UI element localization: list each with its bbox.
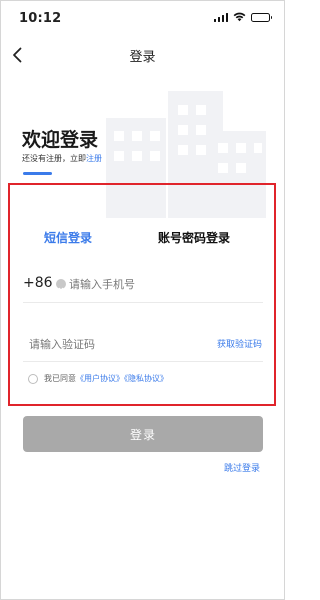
tab-sms-login[interactable]: 短信登录	[44, 229, 92, 246]
get-code-button[interactable]: 获取验证码	[217, 337, 262, 350]
login-button[interactable]: 登录	[23, 416, 263, 452]
status-bar: 10:12	[1, 1, 284, 35]
phone-field-row: +86	[23, 269, 263, 303]
nav-bar: 登录	[1, 35, 284, 75]
phone-input[interactable]	[69, 275, 259, 293]
register-link[interactable]: 注册	[86, 154, 102, 163]
chevron-down-icon[interactable]	[56, 279, 66, 291]
status-icons	[213, 12, 272, 22]
signal-icon	[213, 12, 228, 22]
login-screen: 10:12 登录 欢迎登录 还没有注册，立即注册 短信登录 账号密码登录 +86…	[0, 0, 285, 600]
skip-login-link[interactable]: 跳过登录	[224, 461, 260, 474]
country-code-selector[interactable]: +86	[23, 275, 53, 291]
battery-icon	[251, 12, 272, 22]
wifi-icon	[233, 12, 246, 22]
tab-password-login[interactable]: 账号密码登录	[158, 229, 230, 246]
register-prompt-text: 还没有注册，立即	[22, 154, 86, 163]
agreement-prefix: 我已同意	[44, 374, 76, 383]
code-field-row: 获取验证码	[23, 328, 263, 362]
page-title: 登录	[129, 50, 156, 65]
agreement-checkbox[interactable]	[28, 373, 38, 384]
agreement-row: 我已同意《用户协议》《隐私协议》	[28, 373, 168, 384]
privacy-policy-link[interactable]: 《隐私协议》	[124, 374, 168, 383]
register-prompt: 还没有注册，立即注册	[22, 153, 102, 164]
title-accent-bar	[23, 172, 52, 175]
user-agreement-link[interactable]: 《用户协议》	[76, 374, 124, 383]
status-time: 10:12	[19, 11, 62, 26]
verification-code-input[interactable]	[29, 335, 179, 353]
welcome-title: 欢迎登录	[22, 129, 99, 151]
agreement-text: 我已同意《用户协议》《隐私协议》	[44, 373, 168, 384]
